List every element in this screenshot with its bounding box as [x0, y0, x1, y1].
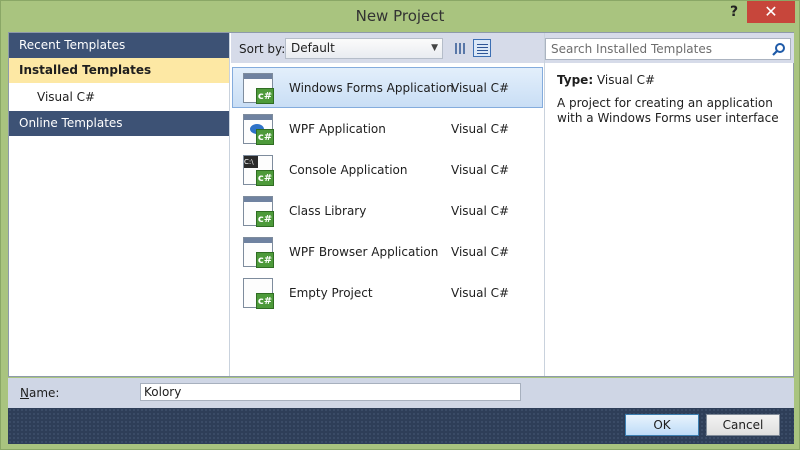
templates-list-pane: Sort by: Default ▼ c# Windows Forms Appl… — [231, 33, 544, 376]
list-view-icon — [477, 43, 488, 54]
template-language: Visual C# — [451, 122, 510, 136]
small-icons-view-button[interactable] — [451, 39, 469, 57]
sort-by-value: Default — [291, 41, 335, 55]
template-language: Visual C# — [451, 81, 510, 95]
template-language: Visual C# — [451, 286, 510, 300]
window-title: New Project — [355, 7, 445, 25]
type-value: Visual C# — [596, 73, 656, 87]
template-type: Type: Visual C# — [557, 73, 655, 87]
class-library-icon: c# — [243, 196, 274, 227]
template-name: Console Application — [289, 163, 408, 177]
template-name: Empty Project — [289, 286, 373, 300]
project-name-label: Name: — [20, 386, 60, 400]
new-project-dialog: New Project ? ✕ Recent Templates Install… — [0, 0, 800, 450]
template-categories-pane: Recent Templates Installed Templates Vis… — [9, 33, 230, 376]
template-row-wpf-application[interactable]: c# WPF Application Visual C# — [232, 108, 543, 149]
template-details-pane: Search Installed Templates Type: Visual … — [544, 33, 794, 376]
grid-view-icon — [455, 43, 466, 54]
template-name: WPF Browser Application — [289, 245, 439, 259]
template-name: Windows Forms Application — [289, 81, 454, 95]
installed-templates-header[interactable]: Installed Templates — [9, 58, 229, 83]
template-row-console-application[interactable]: C:\ c# Console Application Visual C# — [232, 149, 543, 190]
templates-list: c# Windows Forms Application Visual C# c… — [231, 67, 544, 313]
close-button[interactable]: ✕ — [747, 1, 795, 23]
template-row-windows-forms[interactable]: c# Windows Forms Application Visual C# — [232, 67, 543, 108]
console-application-icon: C:\ c# — [243, 155, 274, 186]
dialog-body: Recent Templates Installed Templates Vis… — [8, 32, 794, 377]
cancel-button[interactable]: Cancel — [706, 414, 780, 436]
type-label: Type: — [557, 73, 594, 87]
template-description: A project for creating an application wi… — [557, 96, 779, 125]
ok-button[interactable]: OK — [625, 414, 699, 436]
list-view-button[interactable] — [473, 39, 491, 57]
template-row-empty-project[interactable]: c# Empty Project Visual C# — [232, 272, 543, 313]
wpf-application-icon: c# — [243, 114, 274, 145]
wpf-browser-application-icon: c# — [243, 237, 274, 268]
windows-forms-icon: c# — [243, 73, 274, 104]
sort-by-select[interactable]: Default ▼ — [285, 38, 443, 59]
template-name: WPF Application — [289, 122, 386, 136]
search-icon[interactable] — [772, 42, 786, 56]
template-row-wpf-browser-application[interactable]: c# WPF Browser Application Visual C# — [232, 231, 543, 272]
empty-project-icon: c# — [243, 278, 274, 309]
search-toolbar: Search Installed Templates — [545, 33, 794, 63]
template-language: Visual C# — [451, 204, 510, 218]
help-button[interactable]: ? — [723, 2, 745, 22]
search-placeholder: Search Installed Templates — [551, 42, 712, 56]
dialog-footer: OK Cancel — [8, 408, 794, 444]
tree-item-visual-csharp[interactable]: Visual C# — [9, 83, 229, 111]
project-name-input[interactable]: Kolory — [140, 383, 521, 401]
sort-by-label: Sort by: — [239, 42, 286, 56]
chevron-down-icon: ▼ — [431, 43, 438, 53]
recent-templates-header[interactable]: Recent Templates — [9, 33, 229, 58]
template-row-class-library[interactable]: c# Class Library Visual C# — [232, 190, 543, 231]
templates-toolbar: Sort by: Default ▼ — [231, 33, 544, 63]
template-name: Class Library — [289, 204, 367, 218]
online-templates-header[interactable]: Online Templates — [9, 111, 229, 136]
template-language: Visual C# — [451, 163, 510, 177]
project-name-row: Name: Kolory — [8, 378, 794, 408]
template-language: Visual C# — [451, 245, 510, 259]
title-bar: New Project ? ✕ — [1, 1, 799, 31]
search-input[interactable]: Search Installed Templates — [545, 38, 791, 60]
